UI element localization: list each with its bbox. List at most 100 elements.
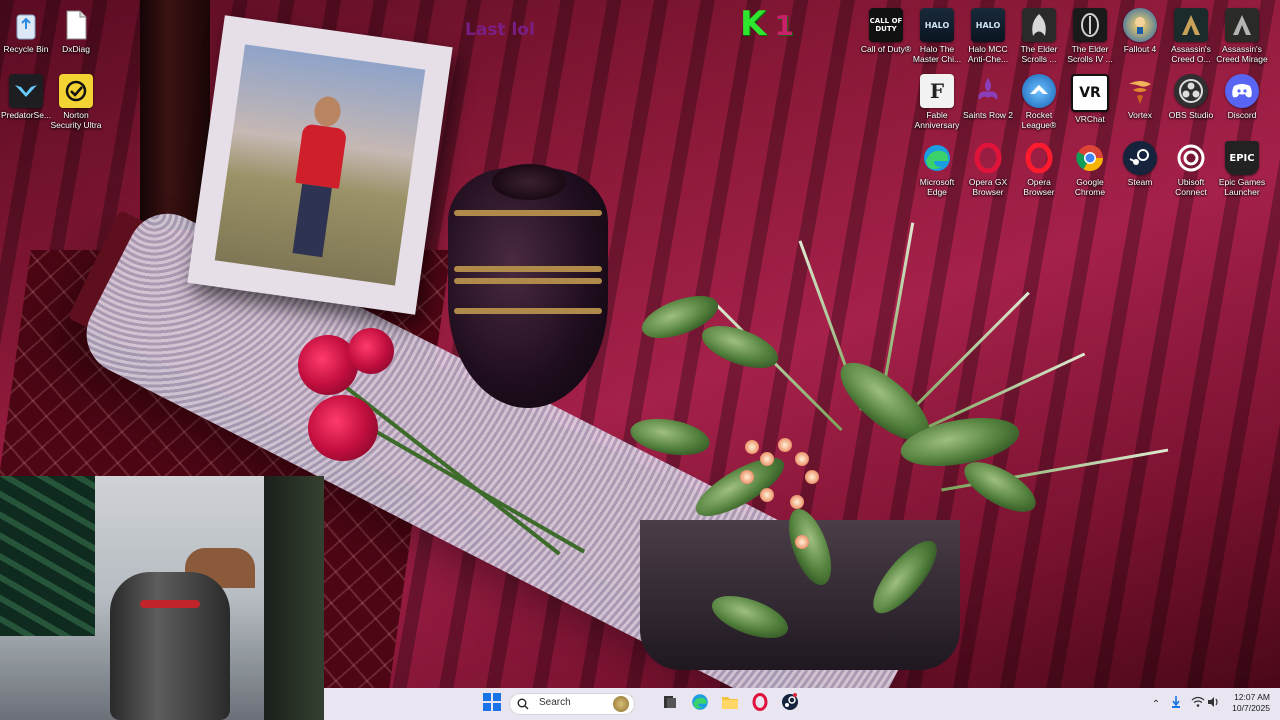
desktop-icon-epic[interactable]: EPIC Epic Games Launcher (1216, 137, 1268, 197)
icon-label: Saints Row 2 (962, 110, 1014, 120)
desktop-icon-vrchat[interactable]: VR VRChat (1064, 70, 1116, 124)
saints-row-icon (971, 74, 1005, 108)
desktop-icon-chrome[interactable]: Google Chrome (1064, 137, 1116, 197)
search-icon (517, 697, 529, 715)
icon-label: Fallout 4 (1123, 44, 1157, 54)
icon-label: VRChat (1075, 114, 1105, 124)
icon-label: Assassin's Creed Mirage (1216, 44, 1268, 64)
icon-label: The Elder Scrolls IV ... (1067, 44, 1113, 64)
ac-mirage-icon (1225, 8, 1259, 42)
desktop-icon-ac-mirage[interactable]: Assassin's Creed Mirage (1216, 4, 1268, 64)
icon-label: PredatorSe... (0, 110, 52, 120)
obs-icon (1174, 74, 1208, 108)
predator-icon (9, 74, 43, 108)
steam-icon (1123, 141, 1157, 175)
start-button[interactable] (480, 692, 504, 716)
desktop-icon-opera-gx[interactable]: Opera GX Browser (962, 137, 1014, 197)
icon-label: Halo MCC Anti-Che... (967, 44, 1009, 64)
document-icon (59, 8, 93, 42)
halo-icon: HALO (920, 8, 954, 42)
icon-label: Rocket League® (1021, 110, 1057, 130)
task-view-button[interactable] (658, 692, 682, 716)
desktop-icon-edge[interactable]: Microsoft Edge (911, 137, 963, 197)
tray-app-icon[interactable] (1164, 692, 1188, 716)
desktop-icon-saints-row[interactable]: Saints Row 2 (962, 70, 1014, 120)
recycle-bin-icon (9, 8, 43, 42)
desktop-icon-fable[interactable]: F Fable Anniversary (911, 70, 963, 130)
taskbar: Search ⌃ 12:07 AM 10/7/2025 (324, 688, 1280, 720)
ubisoft-icon (1174, 141, 1208, 175)
desktop-icon-dxdiag[interactable]: DxDiag (50, 4, 102, 54)
taskbar-search[interactable]: Search (509, 693, 635, 715)
icon-label: Ubisoft Connect (1175, 177, 1207, 197)
icon-label: Google Chrome (1074, 177, 1106, 197)
desktop-icon-call-of-duty[interactable]: CALL OF DUTY Call of Duty® (860, 4, 912, 54)
tray-volume-button[interactable] (1202, 692, 1226, 716)
volume-icon (1207, 695, 1221, 713)
fallout-icon (1123, 8, 1157, 42)
wallpaper-rose (308, 395, 378, 461)
k-overlay-text: K1 (740, 4, 798, 44)
k-letter: K (740, 4, 771, 44)
vrchat-icon: VR (1071, 74, 1109, 112)
taskbar-steam-button[interactable] (778, 692, 802, 716)
elder-scrolls-icon (1022, 8, 1056, 42)
desktop-icon-norton[interactable]: Norton Security Ultra (50, 70, 102, 130)
edge-icon (920, 141, 954, 175)
desktop-icon-predatorsense[interactable]: PredatorSe... (0, 70, 52, 120)
desktop-icon-steam[interactable]: Steam (1114, 137, 1166, 187)
icon-label: Norton Security Ultra (50, 110, 102, 130)
chevron-up-icon: ⌃ (1151, 698, 1161, 710)
taskbar-opera-button[interactable] (748, 692, 772, 716)
task-view-icon (663, 695, 677, 714)
desktop-icon-obs[interactable]: OBS Studio (1165, 70, 1217, 120)
desktop-icon-elder-scrolls[interactable]: The Elder Scrolls ... (1013, 4, 1065, 64)
oblivion-icon (1073, 8, 1107, 42)
desktop-icon-ac-odyssey[interactable]: Assassin's Creed O... (1165, 4, 1217, 64)
last-lol-text: Last lol (465, 20, 535, 40)
steam-icon (781, 692, 799, 716)
desktop-icon-vortex[interactable]: Vortex (1114, 70, 1166, 120)
webcam-overlay (0, 476, 324, 720)
desktop-icon-rocket-league[interactable]: Rocket League® (1013, 70, 1065, 130)
icon-label: Microsoft Edge (919, 177, 955, 197)
taskbar-clock[interactable]: 12:07 AM 10/7/2025 (1232, 692, 1270, 714)
cod-icon: CALL OF DUTY (869, 8, 903, 42)
icon-label: Halo The Master Chi... (912, 44, 962, 64)
wallpaper-photo-frame (187, 15, 453, 315)
epic-icon: EPIC (1225, 141, 1259, 175)
desktop-icon-discord[interactable]: Discord (1216, 70, 1268, 120)
icon-label: Assassin's Creed O... (1171, 44, 1211, 64)
icon-label: Recycle Bin (3, 44, 49, 54)
desktop-icon-recycle-bin[interactable]: Recycle Bin (0, 4, 52, 54)
folder-icon (721, 694, 739, 715)
desktop-icon-oblivion[interactable]: The Elder Scrolls IV ... (1064, 4, 1116, 64)
webcam-chair (110, 572, 230, 720)
clock-date: 10/7/2025 (1232, 703, 1270, 713)
taskbar-edge-button[interactable] (688, 692, 712, 716)
desktop-icon-halo-anticheat[interactable]: HALO Halo MCC Anti-Che... (962, 4, 1014, 64)
desktop-icon-fallout4[interactable]: Fallout 4 (1114, 4, 1166, 54)
taskbar-file-explorer-button[interactable] (718, 692, 742, 716)
opera-icon (752, 692, 768, 716)
search-highlight-icon (613, 696, 629, 712)
icon-label: Epic Games Launcher (1218, 177, 1266, 197)
fable-icon: F (920, 74, 954, 108)
desktop-icon-halo-mcc[interactable]: HALO Halo The Master Chi... (911, 4, 963, 64)
desktop-icon-opera[interactable]: Opera Browser (1013, 137, 1065, 197)
ac-odyssey-icon (1174, 8, 1208, 42)
clock-time: 12:07 AM (1234, 692, 1270, 702)
vortex-icon (1123, 74, 1157, 108)
halo-mcc-icon: HALO (971, 8, 1005, 42)
tray-app-icon-glyph (1170, 695, 1182, 714)
opera-gx-icon (971, 141, 1005, 175)
icon-label: Steam (1127, 177, 1153, 187)
icon-label: OBS Studio (1168, 110, 1214, 120)
edge-icon (691, 693, 709, 716)
icon-label: Opera GX Browser (968, 177, 1008, 197)
k-number: 1 (774, 9, 798, 42)
icon-label: Discord (1227, 110, 1257, 120)
icon-label: DxDiag (62, 44, 90, 54)
icon-label: Call of Duty® (860, 44, 912, 54)
desktop-icon-ubisoft[interactable]: Ubisoft Connect (1165, 137, 1217, 197)
